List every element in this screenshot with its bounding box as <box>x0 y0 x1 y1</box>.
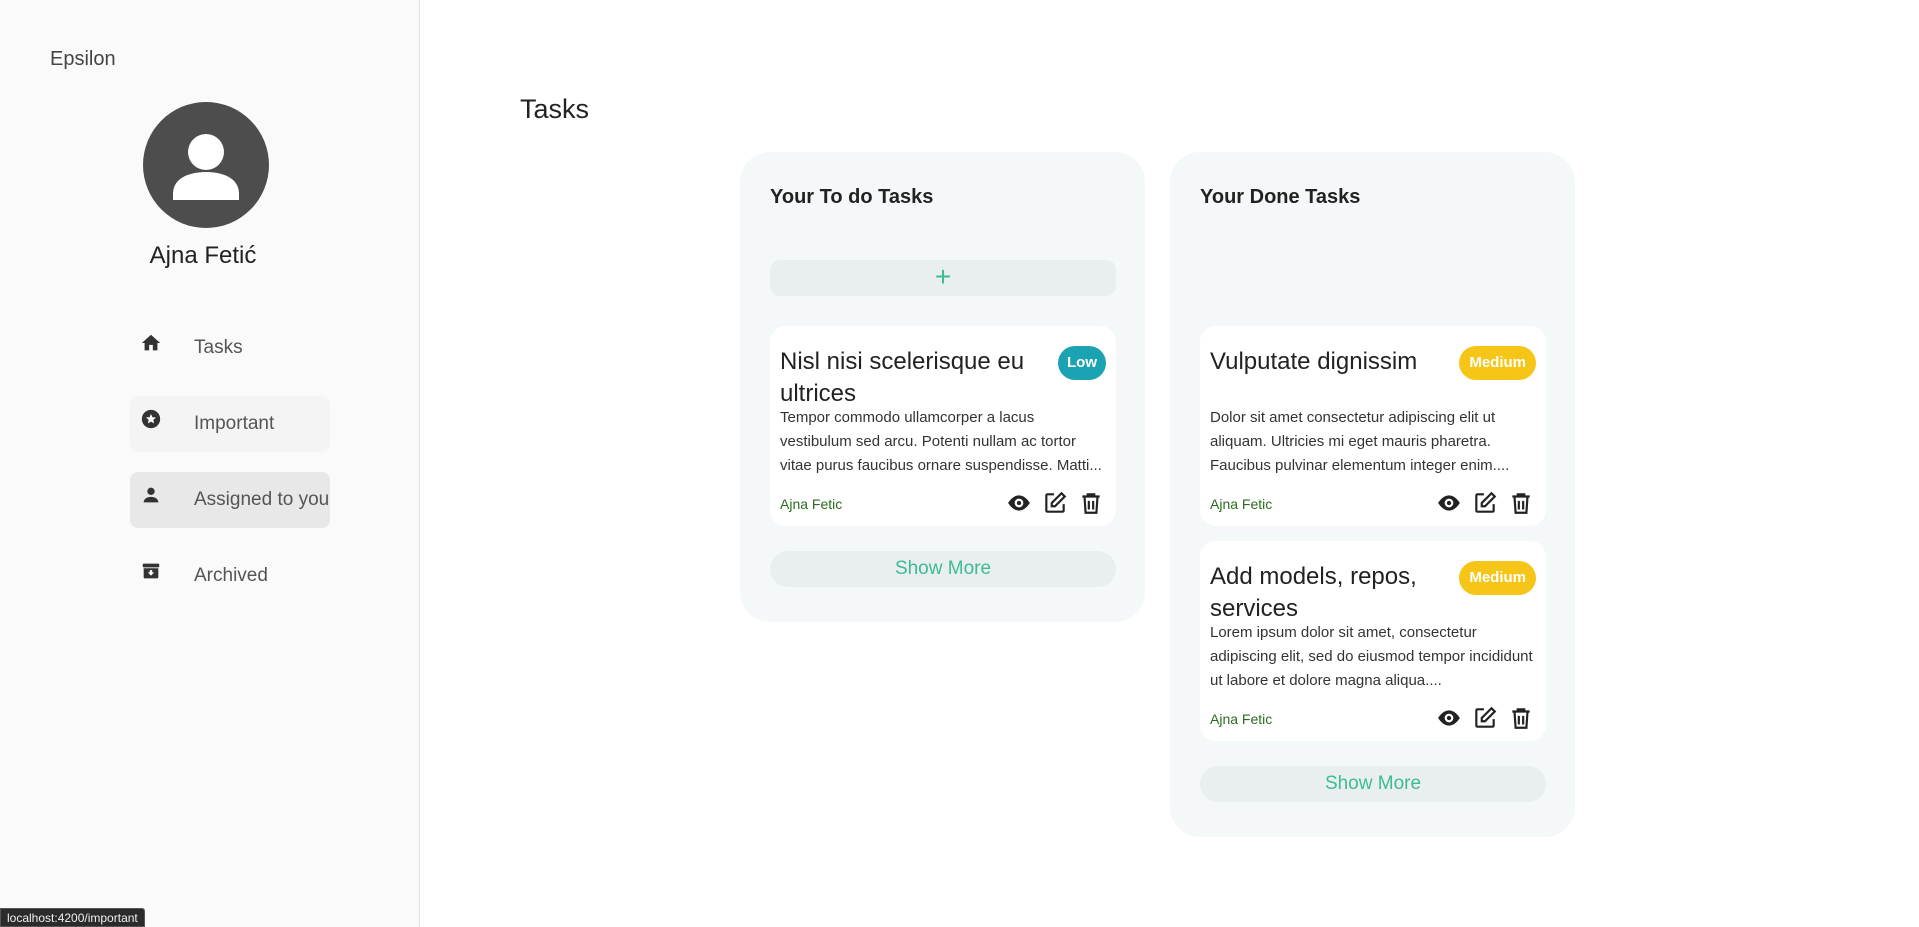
person-icon <box>140 484 162 506</box>
sidebar-item-tasks[interactable]: Tasks <box>130 320 330 376</box>
done-column: Your Done Tasks Vulputate dignissim Medi… <box>1170 152 1575 837</box>
sidebar: Epsilon Ajna Fetić Tasks Important Assig… <box>0 0 420 927</box>
task-description: Lorem ipsum dolor sit amet, consectetur … <box>1210 624 1533 689</box>
task-card[interactable]: Vulputate dignissim Medium Dolor sit ame… <box>1200 326 1546 526</box>
todo-column: Your To do Tasks + Nisl nisi scelerisque… <box>740 152 1145 622</box>
star-icon <box>140 408 162 430</box>
column-heading: Your To do Tasks <box>770 186 934 208</box>
brand-name[interactable]: Epsilon <box>50 48 116 71</box>
task-title: Vulputate dignissim <box>1210 348 1418 375</box>
task-actions <box>1006 490 1104 516</box>
task-author: Ajna Fetic <box>780 496 843 512</box>
delete-trash-icon[interactable] <box>1508 705 1534 731</box>
add-task-button[interactable]: + <box>770 260 1116 296</box>
edit-icon[interactable] <box>1472 490 1498 516</box>
sidebar-nav: Tasks Important Assigned to you Archived <box>130 320 330 624</box>
task-author: Ajna Fetic <box>1210 711 1273 727</box>
task-description: Tempor commodo ullamcorper a lacus vesti… <box>780 409 1102 474</box>
priority-badge: Medium <box>1459 346 1536 380</box>
task-actions <box>1436 490 1534 516</box>
edit-icon[interactable] <box>1472 705 1498 731</box>
sidebar-item-archived[interactable]: Archived <box>130 548 330 604</box>
status-bar-url: localhost:4200/important <box>0 908 145 927</box>
task-description: Dolor sit amet consectetur adipiscing el… <box>1210 409 1510 474</box>
delete-trash-icon[interactable] <box>1078 490 1104 516</box>
sidebar-item-label: Assigned to you <box>194 489 330 510</box>
user-name: Ajna Fetić <box>149 242 257 269</box>
show-more-button[interactable]: Show More <box>1200 766 1546 802</box>
task-card[interactable]: Nisl nisi scelerisque eu ultrices Low Te… <box>770 326 1116 526</box>
view-eye-icon[interactable] <box>1436 490 1462 516</box>
avatar <box>143 102 269 228</box>
column-heading: Your Done Tasks <box>1200 186 1361 208</box>
show-more-button[interactable]: Show More <box>770 551 1116 587</box>
user-avatar-icon <box>173 134 239 200</box>
home-icon <box>140 332 162 354</box>
task-card[interactable]: Add models, repos, services Medium Lorem… <box>1200 541 1546 741</box>
delete-trash-icon[interactable] <box>1508 490 1534 516</box>
sidebar-item-label: Important <box>194 413 275 434</box>
sidebar-item-assigned[interactable]: Assigned to you <box>130 472 330 528</box>
sidebar-item-important[interactable]: Important <box>130 396 330 452</box>
page-title: Tasks <box>520 94 590 124</box>
archive-icon <box>140 560 162 582</box>
task-actions <box>1436 705 1534 731</box>
sidebar-item-label: Tasks <box>194 337 243 358</box>
priority-badge: Medium <box>1459 561 1536 595</box>
edit-icon[interactable] <box>1042 490 1068 516</box>
priority-badge: Low <box>1058 346 1106 380</box>
view-eye-icon[interactable] <box>1436 705 1462 731</box>
task-title: Add models, repos, services <box>1210 563 1417 622</box>
task-title: Nisl nisi scelerisque eu ultrices <box>780 348 1025 407</box>
sidebar-item-label: Archived <box>194 565 268 586</box>
task-author: Ajna Fetic <box>1210 496 1273 512</box>
view-eye-icon[interactable] <box>1006 490 1032 516</box>
